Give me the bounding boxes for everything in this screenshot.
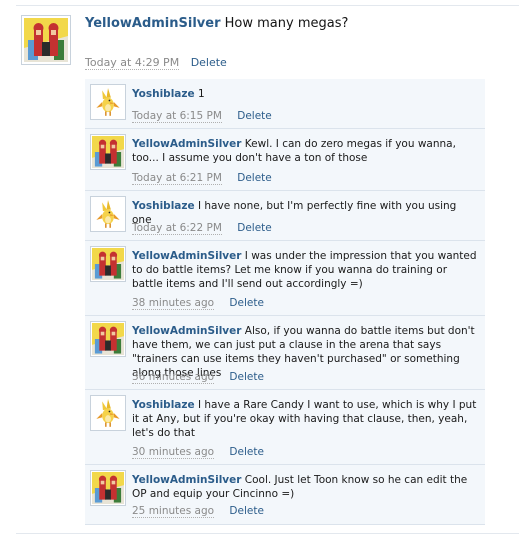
post-meta: Today at 4:29 PM Delete [85,56,227,70]
timestamp: 30 minutes ago [132,446,215,459]
comment-meta: 30 minutes ago Delete [132,446,264,459]
delete-link[interactable]: Delete [229,505,264,517]
delete-link[interactable]: Delete [237,172,272,184]
timestamp: Today at 6:15 PM [132,110,222,123]
timestamp: Today at 6:21 PM [132,172,222,185]
red-character-avatar-icon[interactable] [90,246,126,282]
yellow-bird-avatar-icon[interactable] [90,196,126,232]
comment-item: Yoshiblaze I have none, but I'm perfectl… [85,191,485,241]
comment-text: YellowAdminSilver Cool. Just let Toon kn… [132,473,479,501]
comment-list: Yoshiblaze 1 Today at 6:15 PM Delete Yel… [85,79,485,525]
main-post: YellowAdminSilver How many megas? Today … [16,10,519,80]
username-link[interactable]: Yoshiblaze [132,88,195,100]
comment-meta: 38 minutes ago Delete [132,297,264,310]
comment-item: YellowAdminSilver Also, if you wanna do … [85,316,485,390]
red-character-avatar-icon[interactable] [90,321,126,357]
timestamp: Today at 4:29 PM [85,56,180,70]
top-divider [16,5,519,6]
bottom-divider [16,533,519,534]
comment-text: Yoshiblaze 1 [132,87,479,101]
red-character-avatar-icon[interactable] [90,134,126,170]
comment-text: YellowAdminSilver I was under the impres… [132,249,479,291]
main-post-text: YellowAdminSilver How many megas? [85,16,348,31]
comment-text: Yoshiblaze I have a Rare Candy I want to… [132,398,479,440]
red-character-avatar-icon[interactable] [90,470,126,506]
comment-message: 1 [197,88,205,100]
username-link[interactable]: YellowAdminSilver [132,250,241,262]
username-link[interactable]: Yoshiblaze [132,200,195,212]
yellow-bird-avatar-icon[interactable] [90,84,126,120]
comment-item: Yoshiblaze 1 Today at 6:15 PM Delete [85,79,485,129]
comment-meta: 36 minutes ago Delete [132,371,264,384]
delete-link[interactable]: Delete [229,371,264,383]
username-link[interactable]: YellowAdminSilver [85,16,221,31]
username-link[interactable]: YellowAdminSilver [132,138,241,150]
timestamp: 36 minutes ago [132,371,215,384]
username-link[interactable]: YellowAdminSilver [132,474,241,486]
comment-item: YellowAdminSilver I was under the impres… [85,241,485,316]
timestamp: 38 minutes ago [132,297,215,310]
comment-item: Yoshiblaze I have a Rare Candy I want to… [85,390,485,465]
timestamp: Today at 6:22 PM [132,222,222,235]
timestamp: 25 minutes ago [132,505,215,518]
yellow-bird-avatar-icon[interactable] [90,395,126,431]
comment-meta: 25 minutes ago Delete [132,505,264,518]
delete-link[interactable]: Delete [229,297,264,309]
username-link[interactable]: YellowAdminSilver [132,325,241,337]
comment-text: YellowAdminSilver Kewl. I can do zero me… [132,137,479,165]
delete-link[interactable]: Delete [237,222,272,234]
comment-meta: Today at 6:15 PM Delete [132,110,272,123]
username-link[interactable]: Yoshiblaze [132,399,195,411]
comment-item: YellowAdminSilver Cool. Just let Toon kn… [85,465,485,525]
post-message: How many megas? [224,16,349,31]
comment-meta: Today at 6:21 PM Delete [132,172,272,185]
delete-link[interactable]: Delete [237,110,272,122]
delete-link[interactable]: Delete [229,446,264,458]
comment-meta: Today at 6:22 PM Delete [132,222,272,235]
comment-item: YellowAdminSilver Kewl. I can do zero me… [85,129,485,191]
delete-link[interactable]: Delete [191,56,227,69]
red-character-avatar-icon[interactable] [21,15,71,65]
